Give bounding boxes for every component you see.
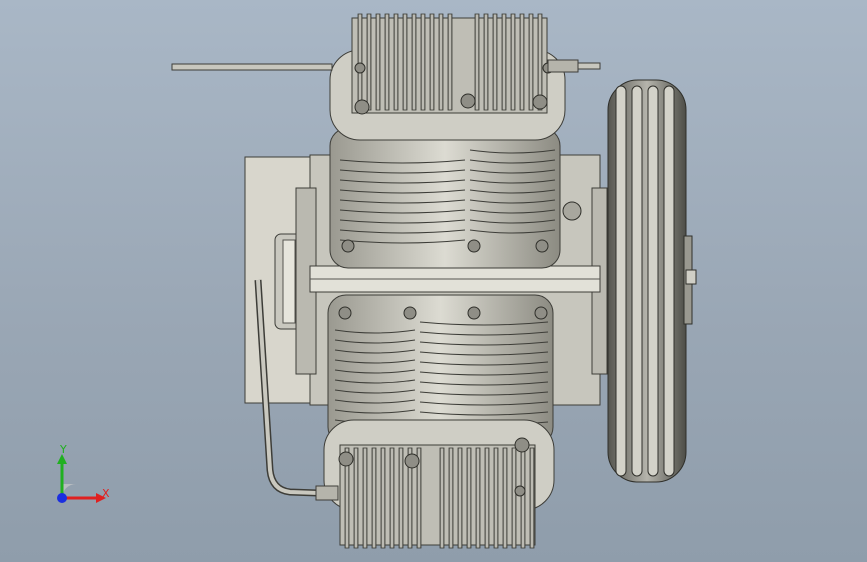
- pulley-groove: [663, 85, 675, 477]
- pulley-groove: [615, 85, 627, 477]
- head-fin: [398, 447, 404, 549]
- head-fin: [529, 447, 535, 549]
- upper-cylinder-block[interactable]: [329, 127, 582, 269]
- head-fin: [375, 13, 381, 111]
- compressor-model[interactable]: [0, 0, 867, 562]
- head-fin: [528, 13, 534, 111]
- head-fin: [448, 447, 454, 549]
- head-fin: [466, 447, 472, 549]
- 3d-viewport[interactable]: Y X: [0, 0, 867, 562]
- head-fin: [402, 13, 408, 111]
- head-fin: [393, 13, 399, 111]
- head-fin: [362, 447, 368, 549]
- head-fin: [475, 447, 481, 549]
- lower-cylinder-head[interactable]: [323, 419, 555, 549]
- head-fin: [474, 13, 480, 111]
- head-fin: [501, 13, 507, 111]
- head-fin: [519, 13, 525, 111]
- head-fin: [483, 13, 489, 111]
- triad-y-label: Y: [59, 443, 67, 456]
- head-fin: [380, 447, 386, 549]
- flywheel-pulley[interactable]: [607, 79, 697, 483]
- head-fin: [511, 447, 517, 549]
- head-fin: [439, 447, 445, 549]
- orientation-triad: Y X: [57, 443, 110, 503]
- upper-cylinder-head[interactable]: [329, 13, 566, 141]
- head-fin: [384, 13, 390, 111]
- head-fin: [438, 13, 444, 111]
- head-fin: [493, 447, 499, 549]
- head-fin: [366, 13, 372, 111]
- head-fin: [502, 447, 508, 549]
- head-fin: [389, 447, 395, 549]
- head-fin: [429, 13, 435, 111]
- triad-z-axis: [57, 493, 67, 503]
- head-fin: [484, 447, 490, 549]
- head-fin: [420, 13, 426, 111]
- head-fin: [411, 13, 417, 111]
- head-fin: [371, 447, 377, 549]
- pulley-groove: [631, 85, 643, 477]
- head-fin: [457, 447, 463, 549]
- head-fin: [357, 13, 363, 111]
- head-fin: [492, 13, 498, 111]
- pulley-groove: [647, 85, 659, 477]
- head-fin: [520, 447, 526, 549]
- head-fin: [510, 13, 516, 111]
- triad-x-label: X: [102, 487, 110, 500]
- head-fin: [353, 447, 359, 549]
- head-fin: [447, 13, 453, 111]
